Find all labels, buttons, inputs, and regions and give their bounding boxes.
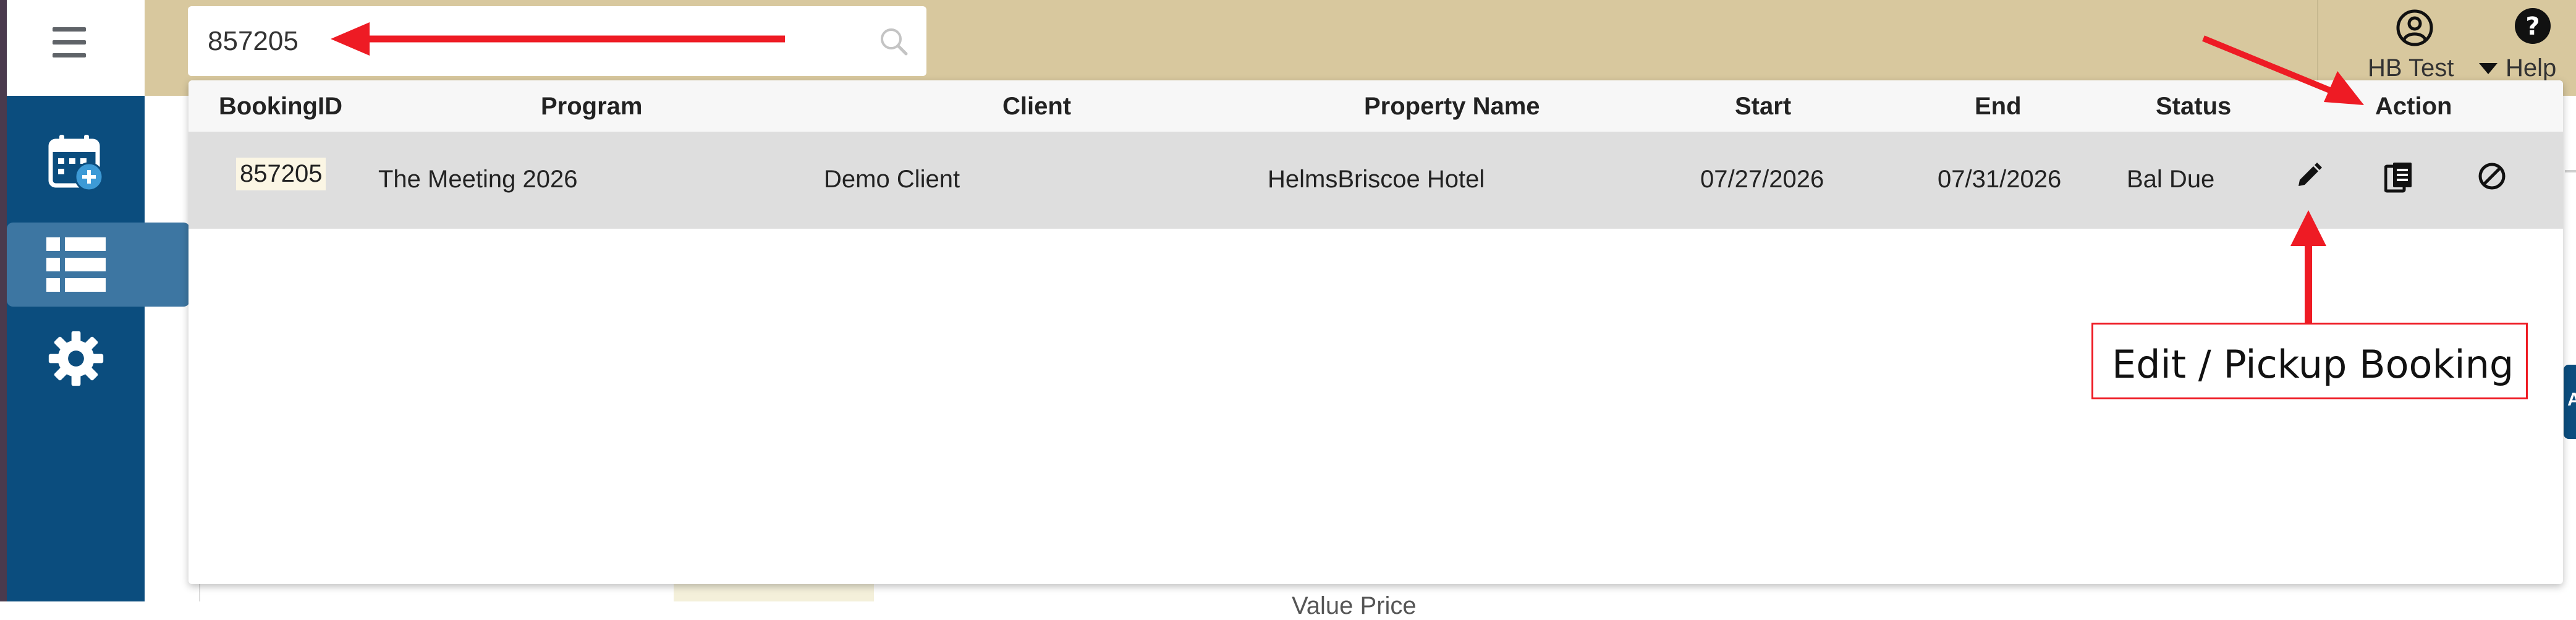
annotation-label: Edit / Pickup Booking <box>2112 342 2514 387</box>
annotation-callout: Edit / Pickup Booking <box>2091 323 2528 399</box>
annotation-arrows <box>331 22 2364 323</box>
